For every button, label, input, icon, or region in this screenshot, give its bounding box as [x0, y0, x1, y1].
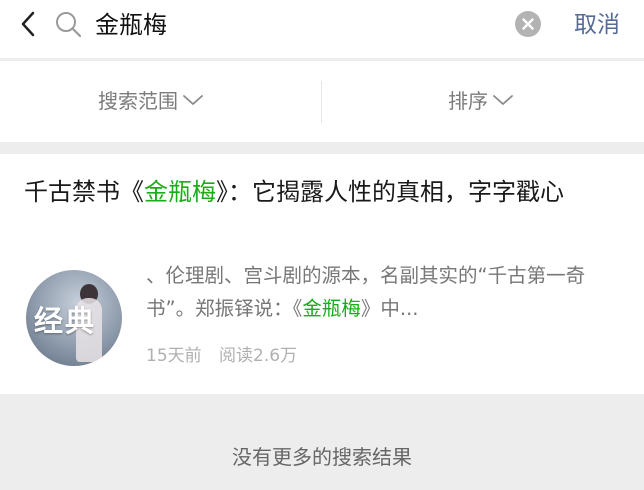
- search-input[interactable]: 金瓶梅: [95, 5, 167, 45]
- thumbnail-badge: 经典: [34, 304, 97, 338]
- result-time: 15天前: [146, 346, 202, 366]
- result-snippet: 、伦理剧、宫斗剧的源本，名副其实的“千古第一奇书”。郑振铎说：《金瓶梅》中...: [146, 259, 616, 325]
- result-title-suffix: 》：它揭露人性的真相，字字戳心: [216, 178, 564, 206]
- cancel-button[interactable]: 取消: [574, 5, 620, 45]
- result-title[interactable]: 千古禁书《金瓶梅》：它揭露人性的真相，字字戳心: [24, 174, 624, 211]
- result-snippet-keyword: 金瓶梅: [302, 297, 361, 320]
- back-icon[interactable]: [14, 9, 44, 39]
- result-read-count: 阅读2.6万: [219, 346, 298, 366]
- search-result-item[interactable]: 千古禁书《金瓶梅》：它揭露人性的真相，字字戳心 经典 、伦理剧、宫斗剧的源本，名…: [0, 154, 644, 394]
- result-thumbnail: 经典: [26, 270, 122, 366]
- sort-dropdown[interactable]: 排序: [448, 61, 514, 142]
- result-title-keyword: 金瓶梅: [144, 178, 216, 206]
- filter-bar: 搜索范围 排序: [0, 61, 644, 142]
- clear-icon[interactable]: [515, 11, 541, 37]
- result-snippet-suffix: 》中...: [360, 297, 419, 320]
- result-meta: 15天前 阅读2.6万: [146, 341, 309, 366]
- filter-divider: [321, 81, 322, 123]
- no-more-results: 没有更多的搜索结果: [232, 445, 412, 469]
- sort-label: 排序: [448, 89, 488, 113]
- search-bar: 金瓶梅 取消: [0, 0, 644, 58]
- search-scope-dropdown[interactable]: 搜索范围: [98, 61, 204, 142]
- search-scope-label: 搜索范围: [98, 89, 178, 113]
- chevron-down-icon: [182, 60, 204, 141]
- search-icon: [53, 9, 85, 41]
- chevron-down-icon: [492, 60, 514, 141]
- result-title-prefix: 千古禁书《: [24, 178, 144, 206]
